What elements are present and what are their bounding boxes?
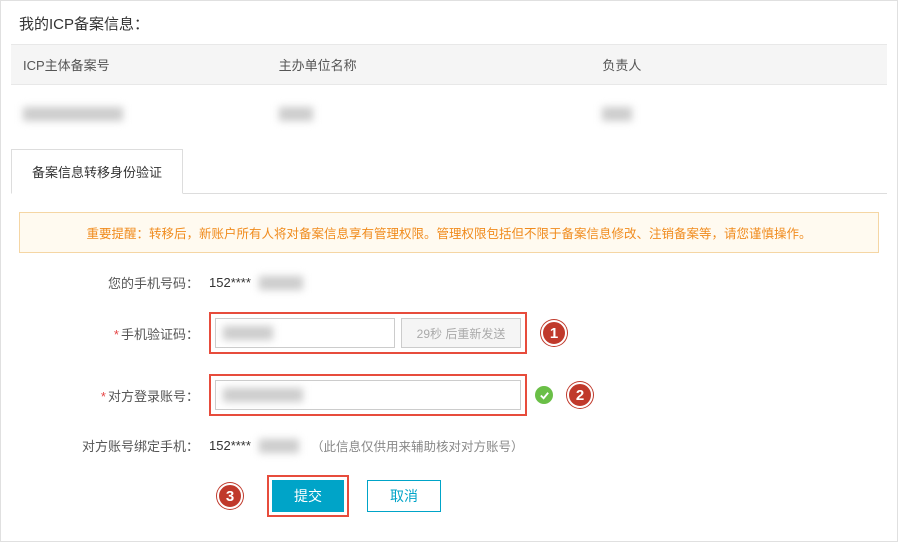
annotation-badge-1: 1 bbox=[541, 320, 567, 346]
th-icp-number: ICP主体备案号 bbox=[23, 55, 279, 74]
section-title: 我的ICP备案信息： bbox=[1, 1, 897, 44]
row-verify-code: *手机验证码： x 29秒 后重新发送 1 bbox=[19, 312, 879, 354]
your-phone-prefix: 152**** bbox=[209, 275, 251, 290]
resend-code-button[interactable]: 29秒 后重新发送 bbox=[401, 318, 521, 348]
annotation-badge-2: 2 bbox=[567, 382, 593, 408]
label-your-phone: 您的手机号码： bbox=[19, 273, 209, 292]
redacted-value: x bbox=[602, 107, 632, 121]
check-circle-icon bbox=[535, 386, 553, 404]
required-mark: * bbox=[114, 327, 119, 342]
th-org-name: 主办单位名称 bbox=[279, 55, 603, 74]
row-your-phone: 您的手机号码： 152**** x bbox=[19, 273, 879, 292]
warning-notice: 重要提醒：转移后，新账户所有人将对备案信息享有管理权限。管理权限包括但不限于备案… bbox=[19, 212, 879, 253]
icp-info-table: ICP主体备案号 主办单位名称 负责人 x x x bbox=[11, 44, 887, 148]
label-bound-phone: 对方账号绑定手机： bbox=[19, 436, 209, 455]
cancel-button[interactable]: 取消 bbox=[367, 480, 441, 512]
table-row: x x x bbox=[11, 85, 887, 148]
redacted-value: x bbox=[259, 439, 299, 453]
tab-identity-verify[interactable]: 备案信息转移身份验证 bbox=[11, 149, 183, 194]
required-mark: * bbox=[101, 389, 106, 404]
redacted-value: x bbox=[23, 107, 123, 121]
row-bound-phone: 对方账号绑定手机： 152**** x （此信息仅供用来辅助核对对方账号） bbox=[19, 436, 879, 455]
bound-phone-hint: （此信息仅供用来辅助核对对方账号） bbox=[311, 436, 524, 455]
redacted-value: x bbox=[223, 388, 303, 402]
row-target-account: *对方登录账号： x 2 bbox=[19, 374, 879, 416]
submit-button[interactable]: 提交 bbox=[272, 480, 344, 512]
label-verify-code: *手机验证码： bbox=[19, 324, 209, 343]
highlight-box-1: x 29秒 后重新发送 bbox=[209, 312, 527, 354]
tabs: 备案信息转移身份验证 bbox=[11, 148, 887, 194]
highlight-box-3: 提交 bbox=[267, 475, 349, 517]
highlight-box-2: x bbox=[209, 374, 527, 416]
button-row: 3 提交 取消 bbox=[217, 475, 879, 517]
table-header: ICP主体备案号 主办单位名称 负责人 bbox=[11, 44, 887, 85]
redacted-value: x bbox=[279, 107, 313, 121]
transfer-form: 您的手机号码： 152**** x *手机验证码： x 29秒 后重新发送 1 bbox=[1, 273, 897, 541]
bound-phone-prefix: 152**** bbox=[209, 438, 251, 453]
annotation-badge-3: 3 bbox=[217, 483, 243, 509]
redacted-value: x bbox=[259, 276, 303, 290]
th-owner: 负责人 bbox=[602, 55, 875, 74]
redacted-value: x bbox=[223, 326, 273, 340]
label-target-account: *对方登录账号： bbox=[19, 386, 209, 405]
